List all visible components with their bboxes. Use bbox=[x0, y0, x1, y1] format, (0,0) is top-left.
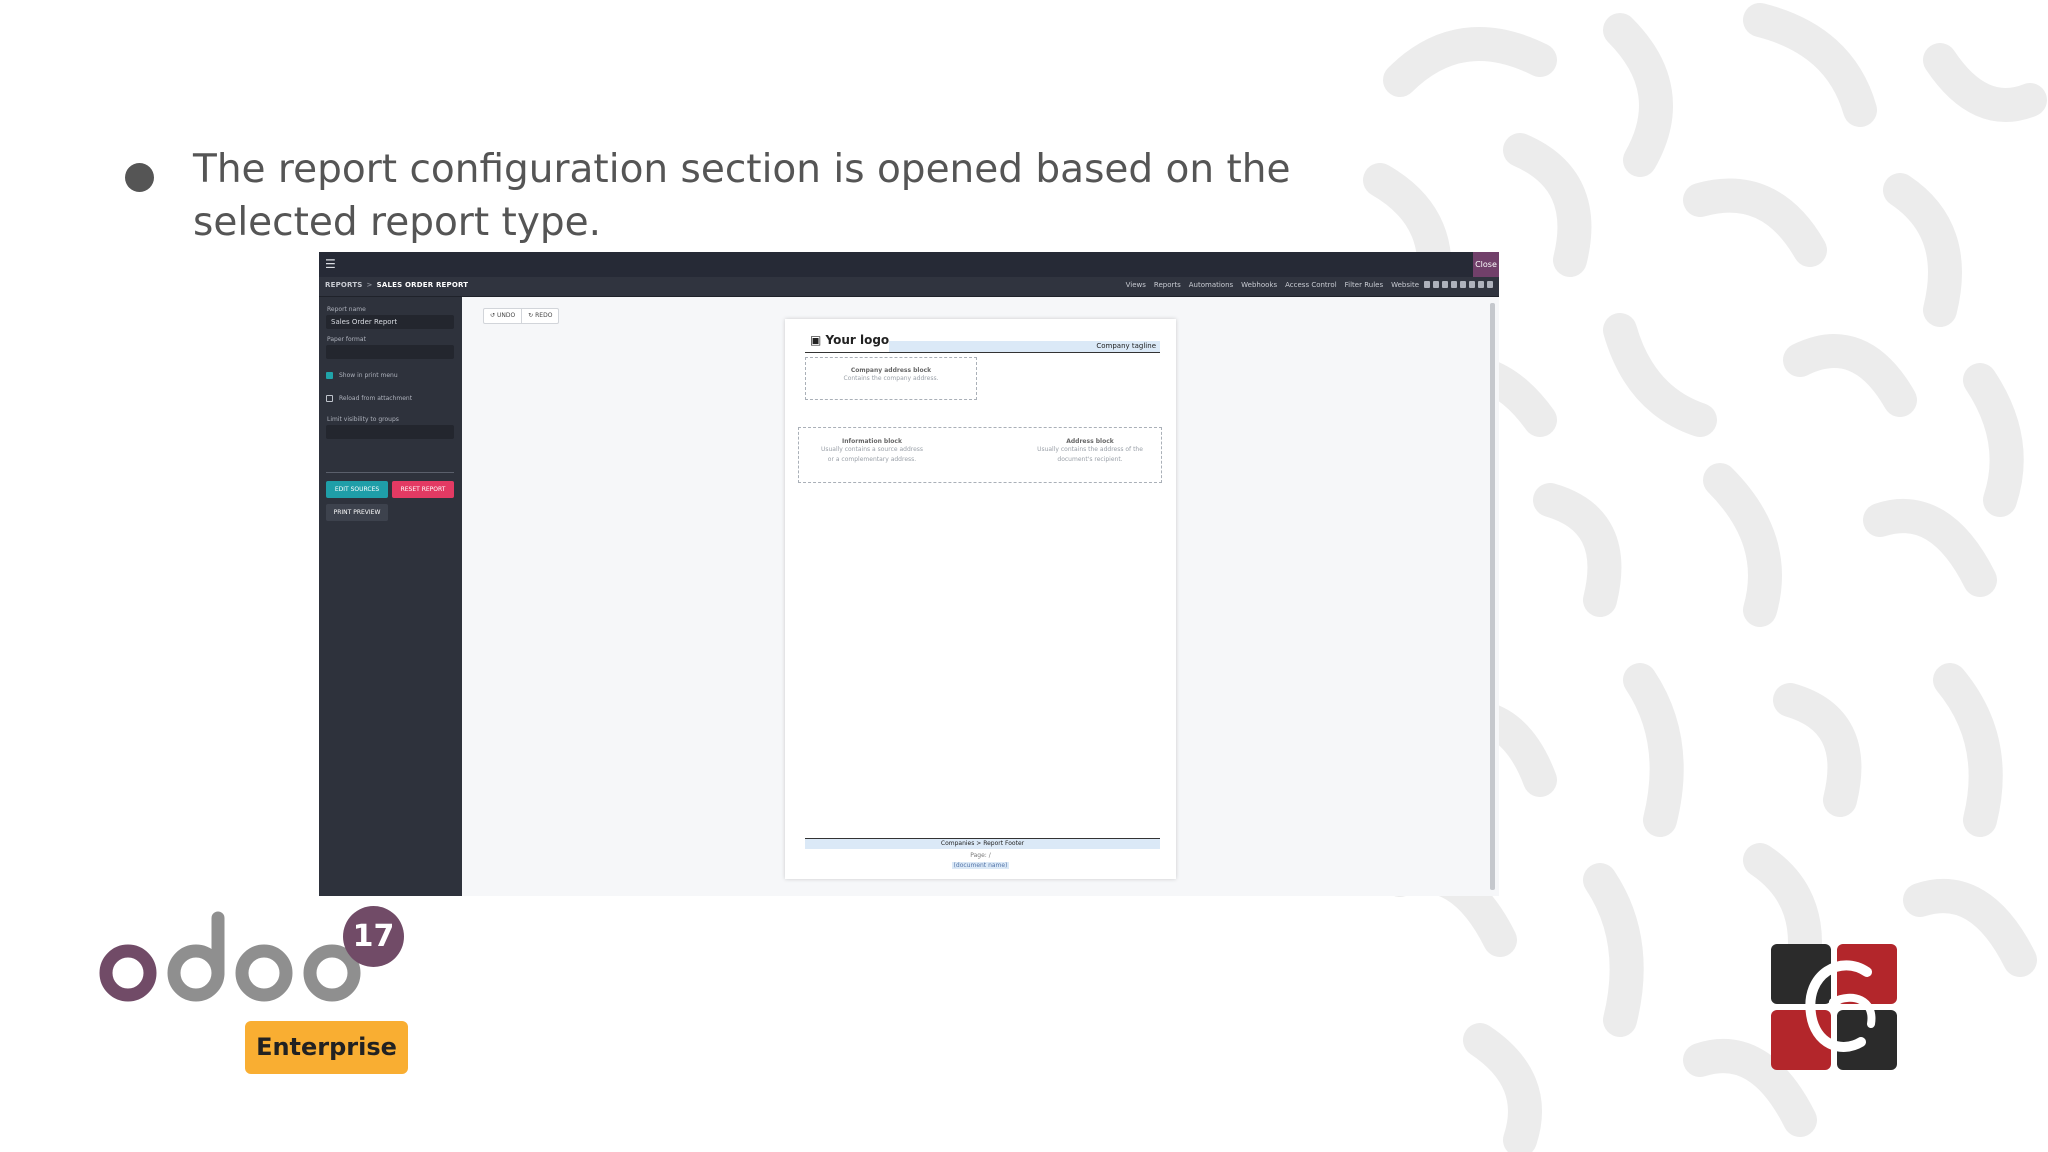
company-logo-placeholder[interactable]: ▣ Your logo bbox=[810, 333, 889, 347]
undo-label: UNDO bbox=[496, 312, 516, 319]
slide-bullet-text: The report configuration section is open… bbox=[193, 147, 1291, 245]
graph-view-icon[interactable] bbox=[1460, 281, 1466, 288]
company-brand-logo bbox=[1771, 944, 1897, 1070]
reload-from-attachment-checkbox[interactable] bbox=[326, 395, 333, 402]
reset-report-button[interactable]: RESET REPORT bbox=[392, 481, 454, 498]
show-in-print-menu-checkbox[interactable] bbox=[326, 372, 333, 379]
document-name-text: (document name) bbox=[951, 862, 1010, 869]
company-address-title: Company address block bbox=[850, 367, 932, 374]
address-block-desc: Usually contains the address of the docu… bbox=[1037, 446, 1143, 463]
document-name: (document name) bbox=[785, 862, 1176, 869]
paper-format-label: Paper format bbox=[327, 336, 366, 343]
report-page-preview: ▣ Your logo Company tagline Company addr… bbox=[785, 319, 1176, 879]
report-footer[interactable]: Companies > Report Footer bbox=[805, 838, 1160, 849]
undo-redo-group: ↺ UNDO ↻ REDO bbox=[483, 308, 560, 324]
information-block[interactable]: Information block Usually contains a sou… bbox=[817, 438, 927, 465]
reload-from-attachment-label: Reload from attachment bbox=[339, 395, 413, 402]
form-view-icon[interactable] bbox=[1424, 281, 1430, 288]
report-editor-canvas: ↺ UNDO ↻ REDO ▣ Your logo Company taglin… bbox=[462, 297, 1499, 896]
address-block[interactable]: Address block Usually contains the addre… bbox=[1025, 438, 1155, 465]
undo-button[interactable]: ↺ UNDO bbox=[484, 309, 521, 323]
nav-website[interactable]: Website bbox=[1391, 281, 1419, 289]
breadcrumb-reports[interactable]: REPORTS bbox=[325, 281, 363, 289]
bullet-point bbox=[125, 163, 154, 192]
nav-automations[interactable]: Automations bbox=[1189, 281, 1233, 289]
print-preview-button[interactable]: PRINT PREVIEW bbox=[326, 504, 388, 521]
canvas-scrollbar[interactable] bbox=[1490, 303, 1495, 890]
info-address-row: Information block Usually contains a sou… bbox=[798, 427, 1162, 483]
nav-filter-rules[interactable]: Filter Rules bbox=[1345, 281, 1383, 289]
studio-nav: Views Reports Automations Webhooks Acces… bbox=[1126, 281, 1419, 289]
breadcrumb: REPORTS > SALES ORDER REPORT bbox=[325, 281, 468, 289]
header-divider bbox=[805, 352, 1160, 353]
information-block-title: Information block bbox=[842, 438, 902, 445]
limit-visibility-input[interactable] bbox=[326, 425, 454, 439]
list-view-icon[interactable] bbox=[1433, 281, 1439, 288]
hamburger-menu-icon[interactable]: ☰ bbox=[325, 255, 336, 273]
nav-access-control[interactable]: Access Control bbox=[1285, 281, 1337, 289]
company-address-block[interactable]: Company address block Contains the compa… bbox=[805, 357, 977, 400]
paper-format-select[interactable] bbox=[326, 345, 454, 359]
view-type-icons bbox=[1424, 281, 1493, 288]
nav-reports[interactable]: Reports bbox=[1154, 281, 1181, 289]
studio-sub-bar: REPORTS > SALES ORDER REPORT Views Reports… bbox=[319, 277, 1499, 297]
studio-top-bar: ☰ Close bbox=[319, 252, 1499, 277]
close-studio-button[interactable]: Close bbox=[1473, 252, 1499, 277]
address-block-title: Address block bbox=[1066, 438, 1114, 445]
nav-webhooks[interactable]: Webhooks bbox=[1241, 281, 1277, 289]
show-in-print-menu-label: Show in print menu bbox=[339, 372, 398, 379]
report-name-input[interactable]: Sales Order Report bbox=[326, 315, 454, 329]
kanban-view-icon[interactable] bbox=[1442, 281, 1448, 288]
report-config-sidebar: Report name Sales Order Report Paper for… bbox=[319, 297, 462, 896]
search-view-icon[interactable] bbox=[1487, 281, 1493, 288]
sidebar-divider bbox=[326, 472, 454, 473]
company-tagline[interactable]: Company tagline bbox=[1096, 342, 1156, 350]
limit-visibility-label: Limit visibility to groups bbox=[327, 416, 399, 423]
information-block-desc: Usually contains a source address or a c… bbox=[820, 446, 924, 463]
breadcrumb-current: SALES ORDER REPORT bbox=[376, 281, 469, 289]
redo-label: REDO bbox=[535, 312, 553, 319]
odoo-studio-screenshot: ☰ Close REPORTS > SALES ORDER REPORT Views… bbox=[319, 252, 1499, 896]
activity-view-icon[interactable] bbox=[1478, 281, 1484, 288]
edit-sources-button[interactable]: EDIT SOURCES bbox=[326, 481, 388, 498]
version-badge: 17 bbox=[343, 906, 404, 967]
report-name-label: Report name bbox=[327, 306, 366, 313]
redo-button[interactable]: ↻ REDO bbox=[521, 309, 558, 323]
page-number: Page: / bbox=[970, 852, 991, 859]
company-address-desc: Contains the company address. bbox=[843, 375, 939, 382]
logo-text: Your logo bbox=[825, 333, 890, 347]
nav-views[interactable]: Views bbox=[1126, 281, 1146, 289]
calendar-view-icon[interactable] bbox=[1451, 281, 1457, 288]
enterprise-badge: Enterprise bbox=[245, 1021, 408, 1074]
pivot-view-icon[interactable] bbox=[1469, 281, 1475, 288]
breadcrumb-separator: > bbox=[366, 281, 373, 289]
